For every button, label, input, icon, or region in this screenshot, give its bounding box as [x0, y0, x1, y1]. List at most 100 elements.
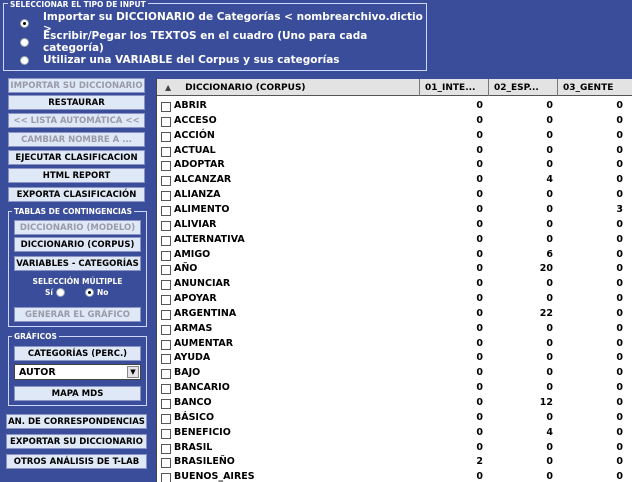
categories-perc-button[interactable]: CATEGORÍAS (PERC.) — [14, 346, 141, 361]
row-checkbox[interactable] — [161, 116, 171, 127]
table-row[interactable]: ACCIÓN 0 0 0 — [157, 129, 632, 144]
run-classification-button[interactable]: EJECUTAR CLASIFICACION — [8, 150, 145, 165]
radio-button-icon[interactable] — [20, 55, 29, 65]
table-row[interactable]: BANCO 0 12 0 — [157, 396, 632, 411]
correspondence-analysis-button[interactable]: AN. DE CORRESPONDENCIAS — [6, 414, 147, 429]
chevron-down-icon[interactable]: ▼ — [127, 366, 139, 378]
variables-categories-button[interactable]: VARIABLES - CATEGORÍAS — [14, 256, 141, 271]
table-row[interactable]: ARMAS 0 0 0 — [157, 322, 632, 337]
row-checkbox[interactable] — [161, 176, 171, 187]
mds-map-button[interactable]: MAPA MDS — [14, 386, 141, 401]
row-checkbox[interactable] — [161, 473, 171, 482]
restore-button[interactable]: RESTAURAR — [8, 95, 145, 110]
charts-group: GRÁFICOS CATEGORÍAS (PERC.) AUTOR ▼ MAPA… — [8, 332, 147, 406]
row-checkbox[interactable] — [161, 146, 171, 157]
row-checkbox[interactable] — [161, 161, 171, 172]
row-checkbox[interactable] — [161, 295, 171, 306]
row-value-02: 0 — [546, 471, 553, 482]
row-checkbox[interactable] — [161, 339, 171, 350]
table-row[interactable]: ACCESO 0 0 0 — [157, 114, 632, 129]
row-value-02: 0 — [546, 456, 553, 468]
row-checkbox[interactable] — [161, 428, 171, 439]
generate-chart-button[interactable]: GENERAR EL GRÁFICO — [14, 307, 141, 322]
export-classification-button[interactable]: EXPORTA CLASIFICACIÓN — [8, 187, 145, 202]
table-row[interactable]: AMIGO 0 6 0 — [157, 248, 632, 263]
multi-select-no[interactable]: No — [85, 288, 108, 297]
multi-select-yes[interactable]: Sí — [45, 288, 65, 297]
table-row[interactable]: BÁSICO 0 0 0 — [157, 411, 632, 426]
radio-button-icon[interactable] — [55, 288, 65, 297]
row-value-02: 0 — [546, 337, 553, 349]
table-row[interactable]: BAJO 0 0 0 — [157, 366, 632, 381]
row-checkbox[interactable] — [161, 102, 171, 112]
export-dictionary-button[interactable]: EXPORTAR SU DICCIONARIO — [6, 434, 147, 449]
table-row[interactable]: APOYAR 0 0 0 — [157, 292, 632, 307]
table-row[interactable]: ALTERNATIVA 0 0 0 — [157, 233, 632, 248]
sort-up-icon[interactable]: ▲ — [165, 83, 171, 92]
table-row[interactable]: ABRIR 0 0 0 — [157, 99, 632, 114]
import-dictionary-button[interactable]: IMPORTAR SU DICCIONARIO — [8, 78, 145, 93]
row-value-01: 0 — [476, 144, 483, 156]
row-checkbox[interactable] — [161, 458, 171, 469]
table-row[interactable]: ARGENTINA 0 22 0 — [157, 307, 632, 322]
row-value-02: 0 — [546, 382, 553, 394]
row-checkbox[interactable] — [161, 191, 171, 202]
rename-button[interactable]: CAMBIAR NOMBRE A ... — [8, 132, 145, 147]
row-checkbox[interactable] — [161, 413, 171, 424]
row-checkbox[interactable] — [161, 220, 171, 231]
row-checkbox[interactable] — [161, 309, 171, 320]
dictionary-model-button[interactable]: DICCIONARIO (MODELO) — [14, 220, 141, 235]
row-value-03: 0 — [616, 248, 623, 260]
row-checkbox[interactable] — [161, 205, 171, 216]
row-value-03: 0 — [616, 159, 623, 171]
row-checkbox[interactable] — [161, 354, 171, 365]
row-checkbox[interactable] — [161, 369, 171, 380]
table-row[interactable]: BRASIL 0 0 0 — [157, 441, 632, 456]
radio-use-variable[interactable]: Utilizar una VARIABLE del Corpus y sus c… — [20, 52, 340, 68]
table-row[interactable]: ALIMENTO 0 0 3 — [157, 203, 632, 218]
table-row[interactable]: ANUNCIAR 0 0 0 — [157, 277, 632, 292]
row-word: BRASIL — [174, 441, 213, 453]
column-header-01[interactable]: 01_INTE... — [420, 79, 489, 96]
table-row[interactable]: ACTUAL 0 0 0 — [157, 144, 632, 159]
row-value-01: 0 — [476, 203, 483, 215]
radio-button-selected-icon[interactable] — [85, 288, 94, 297]
row-value-01: 0 — [476, 278, 483, 290]
auto-list-button[interactable]: << LISTA AUTOMÁTICA << — [8, 113, 145, 128]
row-checkbox[interactable] — [161, 235, 171, 246]
table-row[interactable]: AUMENTAR 0 0 0 — [157, 337, 632, 352]
table-row[interactable]: AÑO 0 20 0 — [157, 262, 632, 277]
table-row[interactable]: BANCARIO 0 0 0 — [157, 381, 632, 396]
dictionary-corpus-button[interactable]: DICCIONARIO (CORPUS) — [14, 237, 141, 252]
table-row[interactable]: ALIVIAR 0 0 0 — [157, 218, 632, 233]
row-value-03: 0 — [616, 322, 623, 334]
table-row[interactable]: BRASILEÑO 2 0 0 — [157, 455, 632, 470]
table-row[interactable]: AYUDA 0 0 0 — [157, 351, 632, 366]
row-value-03: 0 — [616, 218, 623, 230]
radio-import-dictionary[interactable]: Importar su DICCIONARIO de Categorías < … — [20, 11, 426, 35]
table-row[interactable]: BUENOS_AIRES 0 0 0 — [157, 470, 632, 482]
radio-button-selected-icon[interactable] — [20, 18, 29, 28]
column-header-dictionary[interactable]: ▲ DICCIONARIO (CORPUS) — [157, 79, 420, 96]
radio-button-icon[interactable] — [20, 37, 29, 47]
row-checkbox[interactable] — [161, 131, 171, 142]
table-row[interactable]: ADOPTAR 0 0 0 — [157, 158, 632, 173]
row-checkbox[interactable] — [161, 280, 171, 291]
row-checkbox[interactable] — [161, 443, 171, 454]
column-header-02[interactable]: 02_ESP... — [489, 79, 558, 96]
table-row[interactable]: BENEFICIO 0 4 0 — [157, 426, 632, 441]
variable-select[interactable]: AUTOR ▼ — [14, 364, 141, 380]
row-checkbox[interactable] — [161, 265, 171, 276]
radio-write-texts[interactable]: Escribir/Pegar los TEXTOS en el cuadro (… — [20, 30, 426, 54]
row-checkbox[interactable] — [161, 384, 171, 395]
table-row[interactable]: ALIANZA 0 0 0 — [157, 188, 632, 203]
row-value-01: 0 — [476, 426, 483, 438]
row-checkbox[interactable] — [161, 324, 171, 335]
table-row[interactable]: ALCANZAR 0 4 0 — [157, 173, 632, 188]
column-header-03[interactable]: 03_GENTE — [558, 79, 632, 96]
html-report-button[interactable]: HTML REPORT — [8, 168, 145, 183]
row-checkbox[interactable] — [161, 250, 171, 261]
other-analyses-button[interactable]: OTROS ANÁLISIS DE T-LAB — [6, 454, 147, 469]
row-checkbox[interactable] — [161, 399, 171, 409]
row-value-02: 0 — [546, 441, 553, 453]
